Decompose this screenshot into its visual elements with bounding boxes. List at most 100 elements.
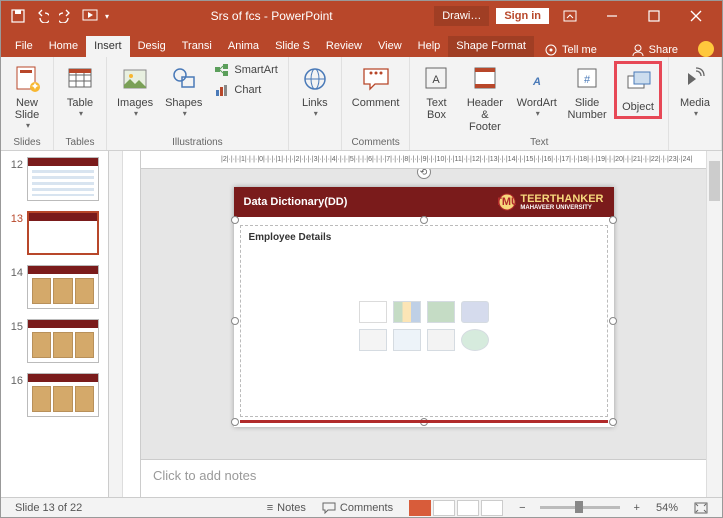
save-button[interactable] [7,5,29,27]
vertical-ruler [123,151,141,497]
undo-button[interactable] [31,5,53,27]
normal-view-button[interactable] [409,500,431,516]
tab-view[interactable]: View [370,36,410,57]
new-slide-label: New Slide [15,97,39,121]
reading-view-button[interactable] [457,500,479,516]
ribbon-tabs: File Home Insert Desig Transi Anima Slid… [1,31,722,57]
notes-pane[interactable]: Click to add notes [141,459,706,497]
images-button[interactable]: Images▾ [113,61,157,120]
slide-editor[interactable]: Data Dictionary(DD) TMU TEERTHANKERMAHAV… [141,169,706,459]
zoom-slider-thumb[interactable] [575,501,583,513]
textbox-label: Text Box [426,97,446,121]
zoom-in-button[interactable]: + [626,502,648,514]
header-footer-button[interactable]: Header & Footer [460,61,509,135]
thumb-15[interactable]: 15 [1,317,108,371]
shapes-button[interactable]: Shapes▾ [161,61,206,120]
tab-transitions[interactable]: Transi [174,36,220,57]
group-illustrations-label: Illustrations [113,135,282,148]
slide-title-text: Data Dictionary(DD) [244,196,348,208]
collapse-pane-handle[interactable] [109,151,123,497]
thumb-16[interactable]: 16 [1,371,108,425]
group-comments: Comment Comments [342,57,411,150]
group-slides: ✦ New Slide▾ Slides [1,57,54,150]
slide-number-button[interactable]: # Slide Number [564,61,610,123]
quick-access-toolbar: ▾ [7,5,109,27]
canvas-area: |2|·|·|·|1|·|·|·|0|·|·|·|1|·|·|·|2|·|·|·… [141,151,706,497]
maximize-button[interactable] [634,1,674,31]
horizontal-ruler: |2|·|·|·|1|·|·|·|0|·|·|·|1|·|·|·|2|·|·|·… [141,151,706,169]
shapes-label: Shapes [165,97,202,109]
tab-home[interactable]: Home [41,36,86,57]
tab-design[interactable]: Desig [130,36,174,57]
zoom-level[interactable]: 54% [648,502,686,514]
tab-shape-format[interactable]: Shape Format [448,36,534,57]
object-label: Object [622,101,654,113]
status-bar: Slide 13 of 22 ≡ Notes Comments − + 54% [1,497,722,517]
minimize-button[interactable] [592,1,632,31]
slide[interactable]: Data Dictionary(DD) TMU TEERTHANKERMAHAV… [234,187,614,427]
tell-me-label: Tell me [562,44,597,56]
brand-logo: TMU TEERTHANKERMAHAVEER UNIVERSITY [498,193,603,211]
window-title: Srs of fcs - PowerPoint [109,9,434,23]
svg-text:✦: ✦ [30,81,39,93]
group-media: Media▾ [669,57,722,150]
header-footer-label: Header & Footer [464,97,505,133]
scrollbar-thumb[interactable] [709,161,720,201]
comment-label: Comment [352,97,400,109]
sign-in-button[interactable]: Sign in [495,7,550,25]
links-button[interactable]: Links▾ [295,61,335,120]
textbox-button[interactable]: A Text Box [416,61,456,123]
zoom-slider[interactable] [540,506,620,509]
share-button[interactable]: Share [619,43,690,57]
group-illustrations: Images▾ Shapes▾ SmartArt Chart Illustrat… [107,57,289,150]
svg-text:A: A [433,74,441,86]
thumb-12[interactable]: 12 [1,155,108,209]
group-tables-label: Tables [60,135,100,148]
notes-toggle[interactable]: ≡ Notes [259,502,314,514]
content-placeholder-icons[interactable] [359,301,489,351]
svg-text:A: A [532,76,541,88]
title-bar: ▾ Srs of fcs - PowerPoint Drawi… Sign in [1,1,722,31]
group-slides-label: Slides [7,135,47,148]
tab-animations[interactable]: Anima [220,36,267,57]
start-slideshow-button[interactable] [79,5,101,27]
comment-button[interactable]: Comment [348,61,404,111]
view-buttons [401,500,511,516]
tab-slideshow[interactable]: Slide S [267,36,318,57]
tell-me[interactable]: Tell me [534,43,607,57]
svg-text:#: # [584,74,591,86]
slide-subhead: Employee Details [241,226,607,249]
table-label: Table [67,97,93,109]
slide-thumbnails[interactable]: 12 13 14 15 16 [1,151,109,497]
feedback-smiley-icon[interactable] [698,41,714,57]
zoom-out-button[interactable]: − [511,502,533,514]
rotate-handle-icon[interactable]: ⟲ [417,169,431,179]
new-slide-button[interactable]: ✦ New Slide▾ [7,61,47,132]
close-button[interactable] [676,1,716,31]
tab-help[interactable]: Help [410,36,449,57]
table-button[interactable]: Table▾ [60,61,100,120]
thumb-13[interactable]: 13 [1,209,108,263]
vertical-scrollbar[interactable] [706,151,722,497]
sorter-view-button[interactable] [433,500,455,516]
smartart-button[interactable]: SmartArt [210,61,281,79]
content-placeholder[interactable]: Employee Details [240,225,608,417]
slide-bottom-accent [240,420,608,423]
media-label: Media [680,97,710,109]
slide-counter[interactable]: Slide 13 of 22 [7,502,90,514]
ribbon-options-button[interactable] [550,1,590,31]
fit-to-window-button[interactable] [686,502,716,514]
slide-number-label: Slide Number [568,97,607,121]
tab-file[interactable]: File [7,36,41,57]
tab-review[interactable]: Review [318,36,370,57]
tab-insert[interactable]: Insert [86,36,130,57]
slide-title-bar: Data Dictionary(DD) TMU TEERTHANKERMAHAV… [234,187,614,217]
chart-button[interactable]: Chart [210,81,281,99]
object-button[interactable]: Object [618,65,658,115]
comments-toggle[interactable]: Comments [314,502,401,514]
media-button[interactable]: Media▾ [675,61,715,120]
wordart-button[interactable]: A WordArt▾ [513,61,560,120]
thumb-14[interactable]: 14 [1,263,108,317]
redo-button[interactable] [55,5,77,27]
slideshow-view-button[interactable] [481,500,503,516]
